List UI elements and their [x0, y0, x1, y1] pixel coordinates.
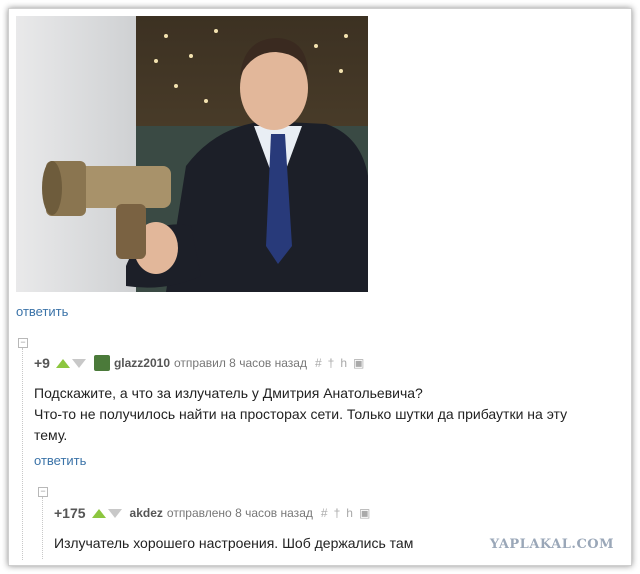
save-icon[interactable]: ▣ — [359, 506, 376, 520]
h-icon[interactable]: h — [346, 506, 359, 520]
downvote-icon[interactable] — [71, 358, 86, 368]
collapse-toggle-2[interactable]: − — [38, 487, 48, 497]
hash-icon[interactable]: # — [321, 506, 334, 520]
pin-icon[interactable]: † — [334, 506, 347, 520]
upvote-icon[interactable] — [55, 358, 70, 368]
upvote-icon[interactable] — [91, 508, 106, 518]
photo-illustration — [16, 16, 368, 292]
hash-icon[interactable]: # — [315, 356, 328, 370]
watermark: YAPLAKAL.COM — [489, 537, 614, 552]
comment-line: Что-то не получилось найти на просторах … — [34, 406, 568, 422]
comment-line: Подскажите, а что за излучатель у Дмитри… — [34, 385, 423, 401]
thread-line-2 — [42, 497, 43, 559]
collapse-toggle-1[interactable]: − — [18, 338, 28, 348]
comment-author-1[interactable]: glazz2010 — [114, 356, 170, 370]
comment-text-2: Излучатель хорошего настроения. Шоб держ… — [54, 533, 413, 554]
comment-author-2[interactable]: akdez — [130, 506, 163, 520]
comment-score-1: +9 — [34, 355, 50, 371]
comment-line: Излучатель хорошего настроения. Шоб держ… — [54, 535, 414, 551]
comment-meta-2: отправлено 8 часов назад — [166, 506, 313, 520]
comment-reply-link-1[interactable]: ответить — [34, 453, 86, 468]
thread-line-1 — [22, 348, 23, 560]
save-icon[interactable]: ▣ — [353, 356, 370, 370]
post-reply-link[interactable]: ответить — [16, 304, 68, 319]
comment-score-2: +175 — [54, 505, 86, 521]
downvote-icon[interactable] — [107, 508, 122, 518]
comment-line: тему. — [34, 427, 68, 443]
post-photo — [16, 16, 368, 292]
comment-actions-1: #†h▣ — [315, 356, 370, 370]
pin-icon[interactable]: † — [328, 356, 341, 370]
h-icon[interactable]: h — [340, 356, 353, 370]
comment-actions-2: #†h▣ — [321, 506, 376, 520]
comment-meta-1: отправил 8 часов назад — [174, 356, 307, 370]
comment-header-2: +175 akdez отправлено 8 часов назад #†h▣ — [54, 505, 376, 521]
comment-text-1: Подскажите, а что за излучатель у Дмитри… — [34, 383, 567, 446]
avatar — [93, 355, 110, 371]
comment-header-1: +9 glazz2010 отправил 8 часов назад #†h▣ — [34, 355, 370, 371]
